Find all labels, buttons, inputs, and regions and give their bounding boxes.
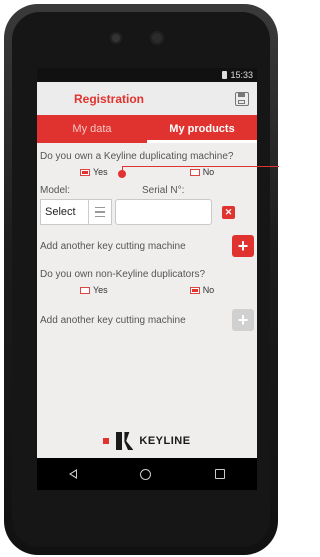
serial-label: Serial N°:	[142, 185, 185, 196]
non-keyline-yes-option[interactable]: Yes	[80, 285, 108, 295]
model-serial-labels: Model: Serial N°:	[40, 185, 254, 196]
non-keyline-no-checkbox[interactable]	[189, 286, 200, 294]
non-keyline-yes-checkbox[interactable]	[80, 286, 90, 294]
add-machine-button-2[interactable]: +	[232, 309, 254, 331]
keyline-yes-label: Yes	[93, 167, 108, 177]
logo-dot	[103, 438, 110, 444]
model-serial-row: Select ✕	[40, 199, 254, 225]
model-select[interactable]: Select	[40, 199, 112, 225]
callout-dot	[118, 170, 126, 178]
status-bar: 15:33	[37, 68, 257, 82]
model-select-value: Select	[45, 206, 76, 218]
page-title: Registration	[74, 91, 145, 106]
add-machine-label-2: Add another key cutting machine	[40, 314, 186, 326]
non-keyline-yes-label: Yes	[93, 285, 108, 295]
phone-frame: 15:33 Registration My data My products D…	[4, 4, 279, 555]
tab-my-data[interactable]: My data	[37, 115, 147, 143]
tab-bar: My data My products	[37, 115, 257, 143]
model-label: Model:	[40, 185, 71, 196]
keyline-yes-checkbox[interactable]	[80, 168, 90, 176]
serial-input[interactable]	[115, 199, 212, 225]
back-icon[interactable]	[68, 469, 77, 479]
android-nav-bar	[37, 458, 257, 490]
home-icon[interactable]	[140, 468, 152, 480]
recent-apps-icon[interactable]	[215, 469, 226, 479]
speaker-grille	[112, 34, 120, 42]
add-machine-button-1[interactable]: +	[232, 235, 254, 257]
screen: 15:33 Registration My data My products D…	[37, 68, 257, 490]
keyline-yes-option[interactable]: Yes	[80, 167, 108, 177]
non-keyline-no-label: No	[202, 285, 215, 295]
menu-icon[interactable]	[88, 200, 111, 224]
keyline-k-icon	[116, 432, 134, 450]
battery-icon	[222, 71, 228, 79]
tab-my-products[interactable]: My products	[147, 115, 257, 143]
status-time: 15:33	[230, 70, 253, 80]
add-machine-row-2: Add another key cutting machine +	[40, 309, 254, 331]
app-bar: Registration	[37, 82, 257, 115]
keyline-logo: KEYLINE	[37, 432, 257, 450]
logo-text: KEYLINE	[139, 435, 191, 447]
callout-line	[122, 166, 279, 174]
question-non-keyline: Do you own non-Keyline duplicators?	[40, 269, 206, 280]
non-keyline-no-option[interactable]: No	[189, 285, 215, 295]
front-camera	[150, 31, 164, 45]
question-keyline-machine: Do you own a Keyline duplicating machine…	[40, 151, 234, 162]
close-icon[interactable]: ✕	[222, 205, 235, 219]
save-icon[interactable]	[235, 91, 249, 106]
non-keyline-yes-no-row: Yes No	[40, 283, 254, 297]
add-machine-label-1: Add another key cutting machine	[40, 240, 186, 252]
add-machine-row-1: Add another key cutting machine +	[40, 235, 254, 257]
